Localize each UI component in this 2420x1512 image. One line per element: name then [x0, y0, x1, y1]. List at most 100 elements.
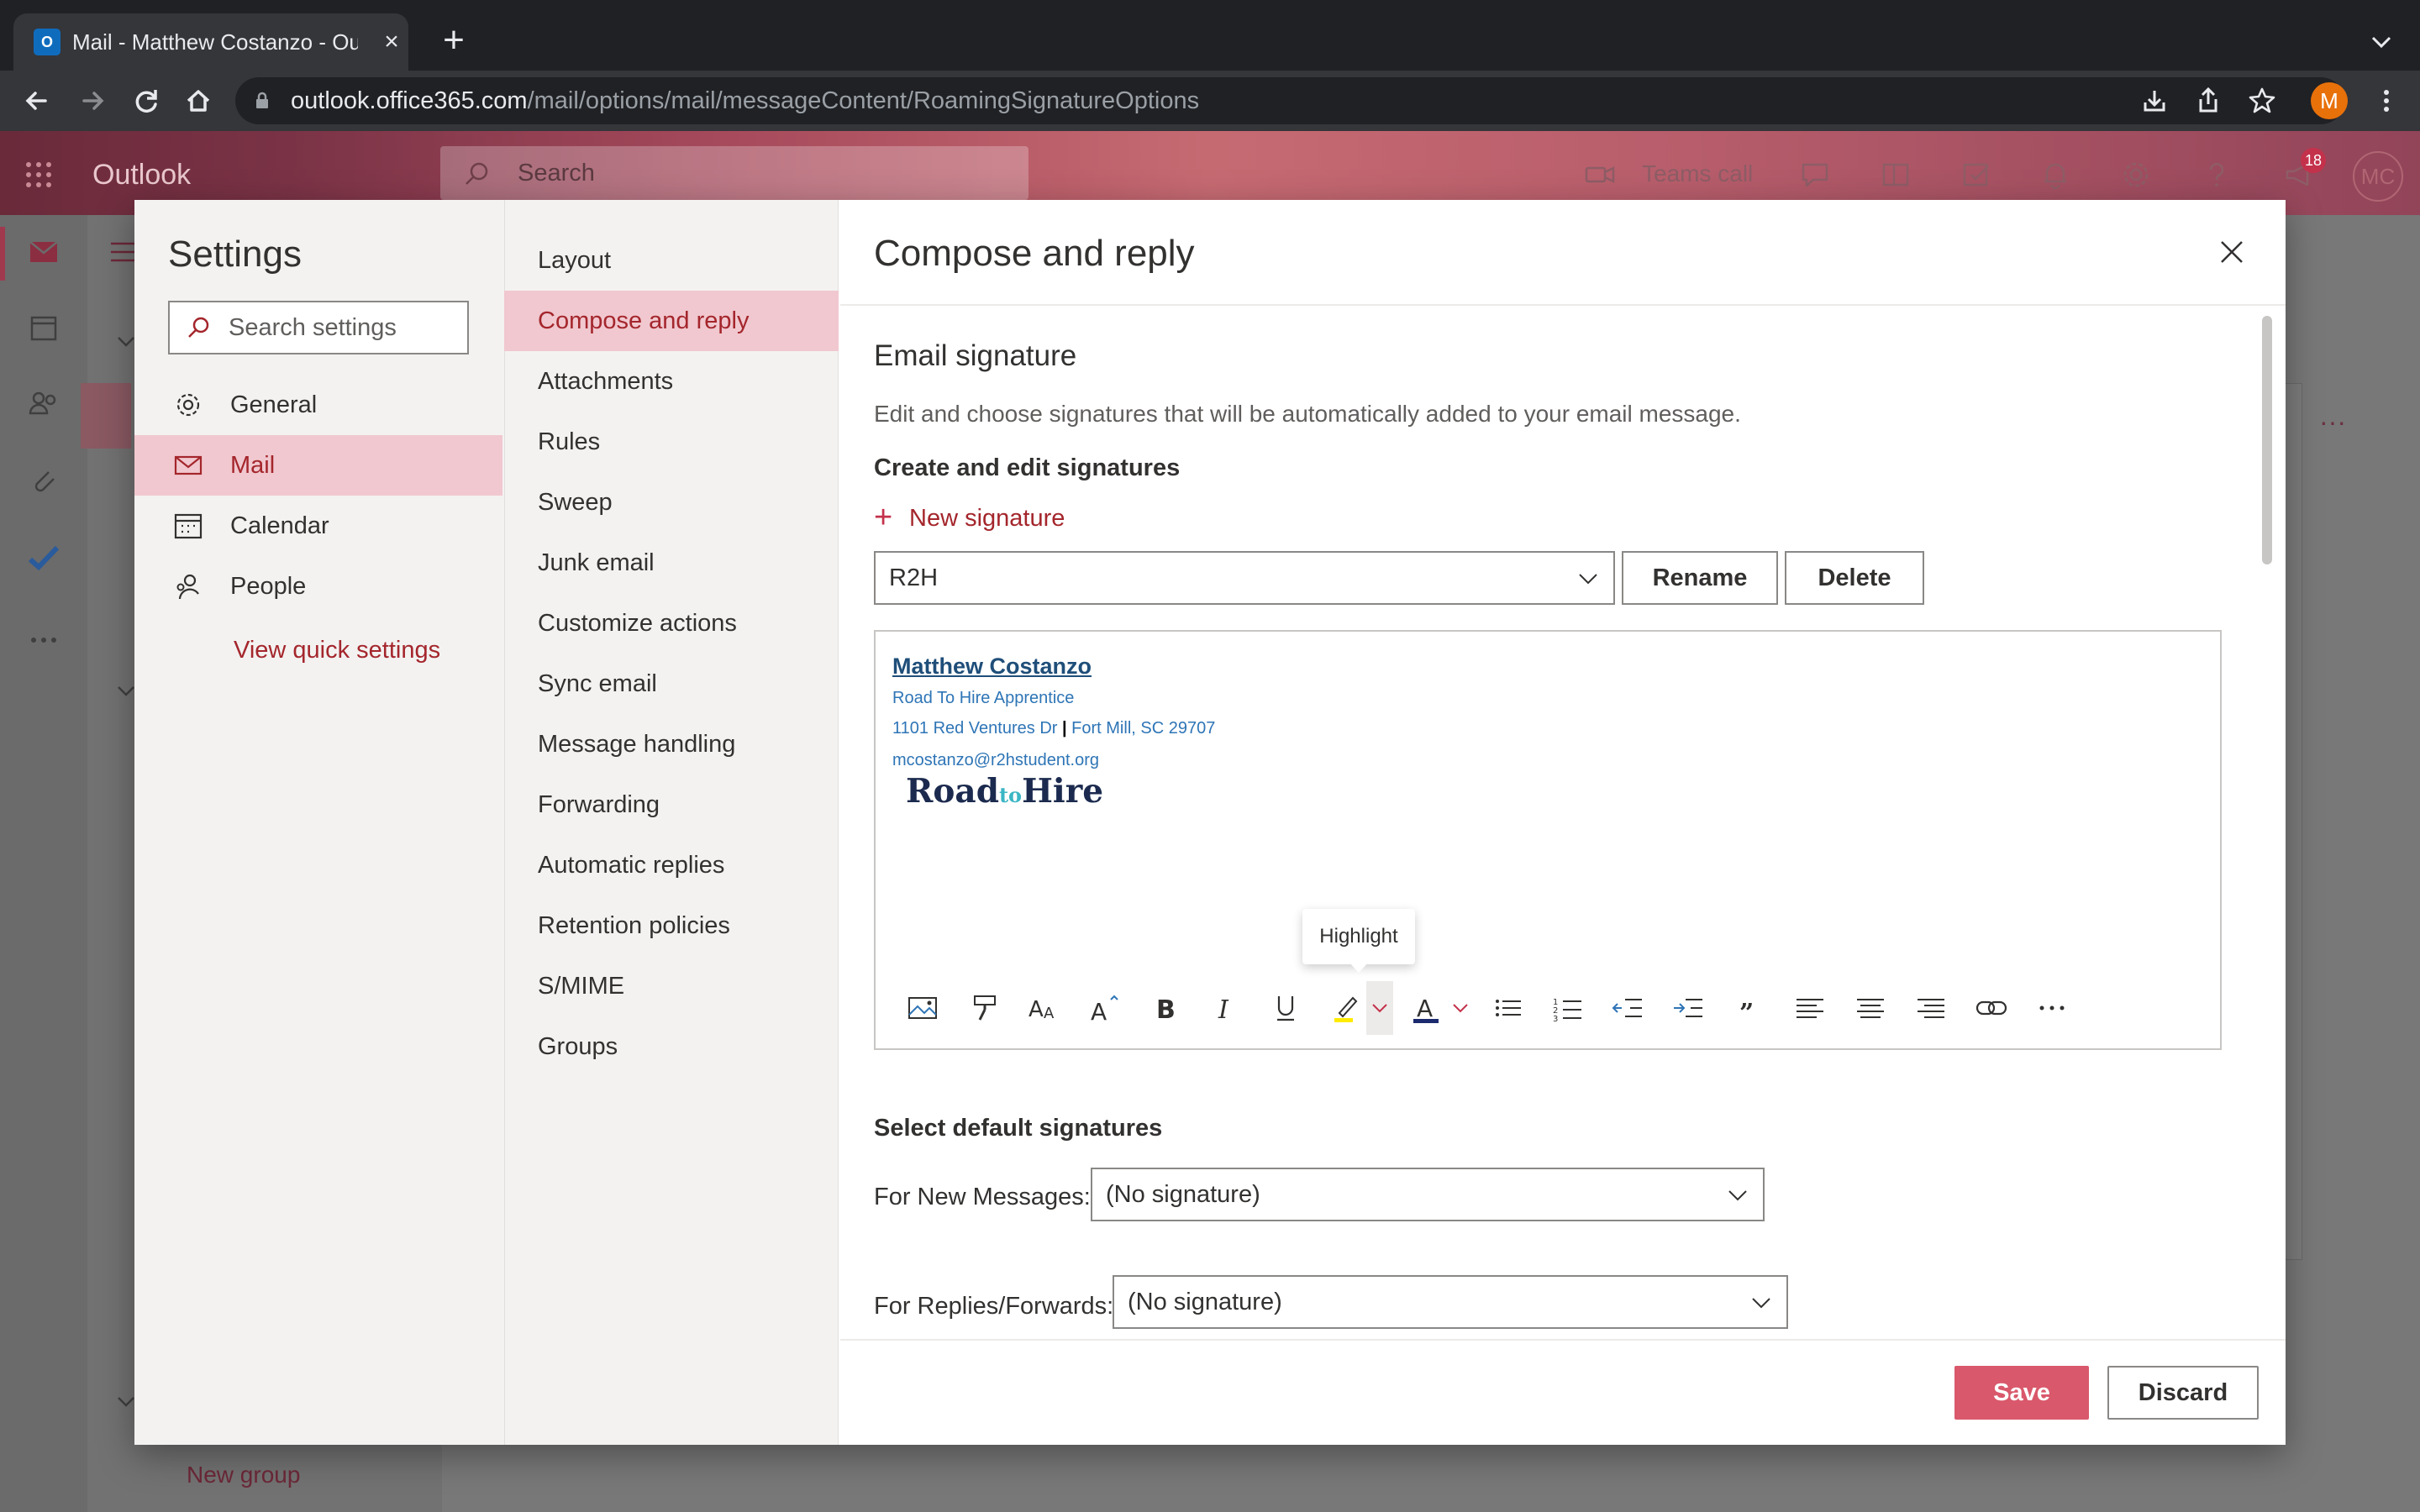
subnav-forwarding[interactable]: Forwarding — [504, 774, 839, 835]
search-placeholder: Search — [518, 160, 595, 186]
indent-icon[interactable] — [1670, 990, 1707, 1026]
mail-icon — [173, 450, 203, 480]
format-painter-icon[interactable] — [966, 990, 1003, 1026]
subnav-rules[interactable]: Rules — [504, 412, 839, 472]
new-signature-button[interactable]: New signature — [909, 502, 1065, 534]
subnav-label: Sweep — [538, 489, 613, 516]
browser-menu-icon[interactable] — [2370, 84, 2403, 118]
reload-icon[interactable] — [124, 79, 168, 123]
search-icon — [185, 314, 212, 341]
app-name: Outlook — [92, 159, 192, 191]
subnav-groups[interactable]: Groups — [504, 1016, 839, 1077]
subnav-smime[interactable]: S/MIME — [504, 956, 839, 1016]
bold-icon[interactable]: B — [1146, 990, 1183, 1026]
link-icon[interactable] — [1973, 990, 2010, 1026]
more-apps-icon[interactable] — [24, 620, 64, 660]
delete-button[interactable]: Delete — [1785, 551, 1924, 605]
home-icon[interactable] — [176, 79, 220, 123]
bookmark-star-icon[interactable] — [2245, 84, 2279, 118]
subnav-retention-policies[interactable]: Retention policies — [504, 895, 839, 956]
svg-text:3: 3 — [1553, 1015, 1558, 1024]
tab-search-chevron-icon[interactable] — [2365, 25, 2398, 59]
chat-icon[interactable] — [1797, 156, 1833, 193]
office-icon[interactable] — [1877, 156, 1914, 193]
bullets-icon[interactable] — [1489, 990, 1526, 1026]
quote-icon[interactable]: ” — [1731, 990, 1768, 1026]
app-launcher-icon[interactable] — [20, 156, 57, 193]
my-day-icon[interactable] — [1958, 156, 1995, 193]
back-icon[interactable] — [15, 79, 59, 123]
subnav-layout[interactable]: Layout — [504, 230, 839, 291]
teams-call-button[interactable]: Teams call — [1642, 158, 1753, 190]
align-left-icon[interactable] — [1791, 990, 1828, 1026]
settings-nav-general[interactable]: General — [134, 375, 502, 435]
subnav-compose-and-reply[interactable]: Compose and reply — [504, 291, 839, 351]
browser-tab[interactable]: O Mail - Matthew Costanzo - Out × — [13, 13, 408, 71]
help-icon[interactable] — [2198, 156, 2235, 193]
signature-name[interactable]: Matthew Costanzo — [892, 652, 1092, 680]
mail-icon[interactable] — [24, 232, 64, 272]
subnav-attachments[interactable]: Attachments — [504, 351, 839, 412]
highlight-chevron-icon[interactable] — [1363, 990, 1400, 1026]
new-group-link[interactable]: New group — [187, 1462, 300, 1488]
subnav-sync-email[interactable]: Sync email — [504, 654, 839, 714]
chevron-down-icon — [1726, 1183, 1749, 1206]
plus-icon[interactable]: + — [874, 501, 892, 533]
align-right-icon[interactable] — [1912, 990, 1949, 1026]
numbering-icon[interactable]: 123 — [1549, 990, 1586, 1026]
video-icon[interactable] — [1581, 156, 1618, 193]
signature-dropdown-value: R2H — [889, 564, 939, 591]
url-text[interactable]: outlook.office365.com/mail/options/mail/… — [291, 84, 1199, 118]
signature-email[interactable]: mcostanzo@r2hstudent.org — [892, 749, 1099, 771]
settings-nav-calendar[interactable]: Calendar — [134, 496, 502, 556]
underline-icon[interactable] — [1267, 990, 1304, 1026]
subnav-sweep[interactable]: Sweep — [504, 472, 839, 533]
settings-nav-label: Calendar — [230, 512, 329, 539]
subnav-automatic-replies[interactable]: Automatic replies — [504, 835, 839, 895]
more-icon[interactable]: ··· — [2319, 407, 2346, 438]
install-icon[interactable] — [2138, 84, 2171, 118]
content-scrollbar[interactable] — [2262, 316, 2272, 564]
font-grow-icon[interactable]: A — [1086, 990, 1123, 1026]
view-quick-settings-link[interactable]: View quick settings — [234, 635, 440, 665]
bell-icon[interactable] — [2037, 156, 2074, 193]
settings-nav-mail[interactable]: Mail — [134, 435, 502, 496]
font-color-chevron-icon[interactable] — [1444, 990, 1481, 1026]
settings-gear-icon[interactable] — [2118, 156, 2154, 193]
font-color-icon[interactable]: A — [1408, 990, 1445, 1026]
rename-button[interactable]: Rename — [1622, 551, 1778, 605]
settings-nav-label: General — [230, 391, 318, 418]
svg-text:A: A — [1091, 998, 1107, 1026]
highlight-icon[interactable] — [1328, 990, 1365, 1026]
insert-image-icon[interactable] — [904, 990, 941, 1026]
settings-nav-people[interactable]: People — [134, 556, 502, 617]
italic-icon[interactable]: I — [1207, 990, 1244, 1026]
share-icon[interactable] — [2191, 84, 2225, 118]
signature-editor[interactable] — [874, 630, 2222, 1050]
svg-text:A: A — [1044, 1005, 1055, 1022]
account-avatar[interactable]: MC — [2353, 151, 2403, 202]
discard-button[interactable]: Discard — [2107, 1366, 2259, 1420]
font-size-icon[interactable]: AA — [1025, 990, 1062, 1026]
save-button[interactable]: Save — [1954, 1366, 2089, 1420]
subnav-message-handling[interactable]: Message handling — [504, 714, 839, 774]
create-edit-heading: Create and edit signatures — [874, 454, 1181, 481]
settings-title: Settings — [168, 234, 302, 275]
chevron-down-icon — [1576, 566, 1600, 590]
outdent-icon[interactable] — [1610, 990, 1647, 1026]
close-icon[interactable] — [2215, 235, 2249, 269]
more-options-icon[interactable] — [2033, 990, 2070, 1026]
lock-icon[interactable] — [252, 91, 272, 111]
tab-close-icon[interactable]: × — [375, 25, 408, 59]
subnav-junk-email[interactable]: Junk email — [504, 533, 839, 593]
align-center-icon[interactable] — [1852, 990, 1889, 1026]
signature-dropdown[interactable] — [874, 551, 1615, 605]
calendar-icon[interactable] — [24, 307, 64, 348]
attachment-icon[interactable] — [24, 460, 64, 501]
subnav-customize-actions[interactable]: Customize actions — [504, 593, 839, 654]
forward-icon[interactable] — [71, 79, 114, 123]
todo-check-icon[interactable] — [24, 538, 64, 578]
profile-avatar[interactable]: M — [2311, 82, 2348, 119]
new-tab-icon[interactable]: + — [434, 22, 474, 62]
people-icon[interactable] — [24, 383, 64, 423]
